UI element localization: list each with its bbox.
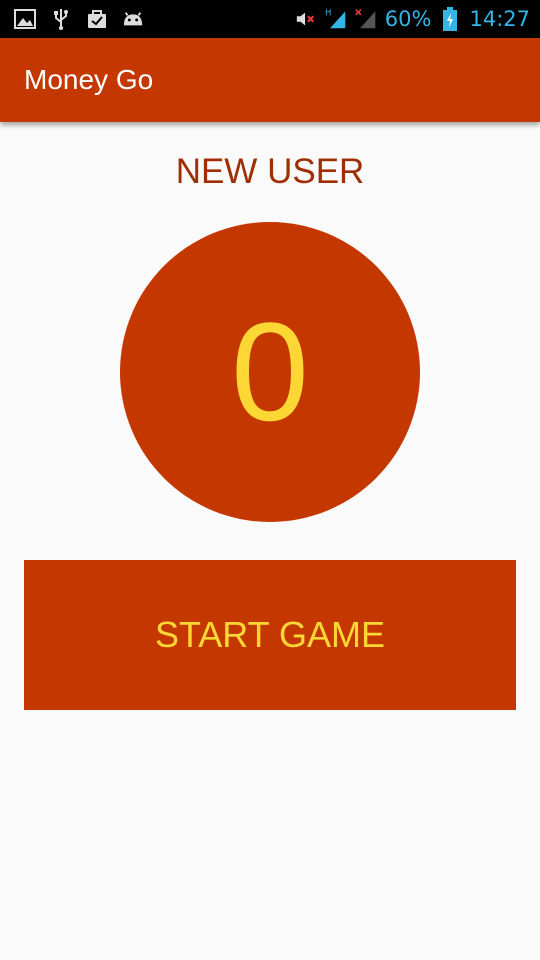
battery-charging-icon [439, 7, 461, 31]
app-title: Money Go [24, 64, 154, 95]
image-icon [14, 8, 36, 30]
notification-icons [14, 6, 144, 32]
signal-no-sim-icon [355, 8, 377, 30]
battery-percent: 60% [384, 7, 432, 31]
start-game-button[interactable]: START GAME [24, 560, 516, 710]
android-icon [122, 8, 144, 30]
score-circle: 0 [120, 222, 420, 522]
bag-check-icon [86, 8, 108, 30]
mute-icon [295, 8, 317, 30]
score-value: 0 [231, 293, 309, 450]
system-icons: H 60% 14:27 [295, 0, 530, 38]
svg-text:H: H [325, 8, 331, 18]
status-bar: H 60% 14:27 [0, 0, 540, 38]
signal-h-icon: H [325, 8, 347, 30]
app-bar: Money Go [0, 38, 540, 122]
user-name-label: NEW USER [175, 152, 365, 191]
clock: 14:27 [469, 7, 530, 31]
usb-icon [50, 8, 72, 30]
